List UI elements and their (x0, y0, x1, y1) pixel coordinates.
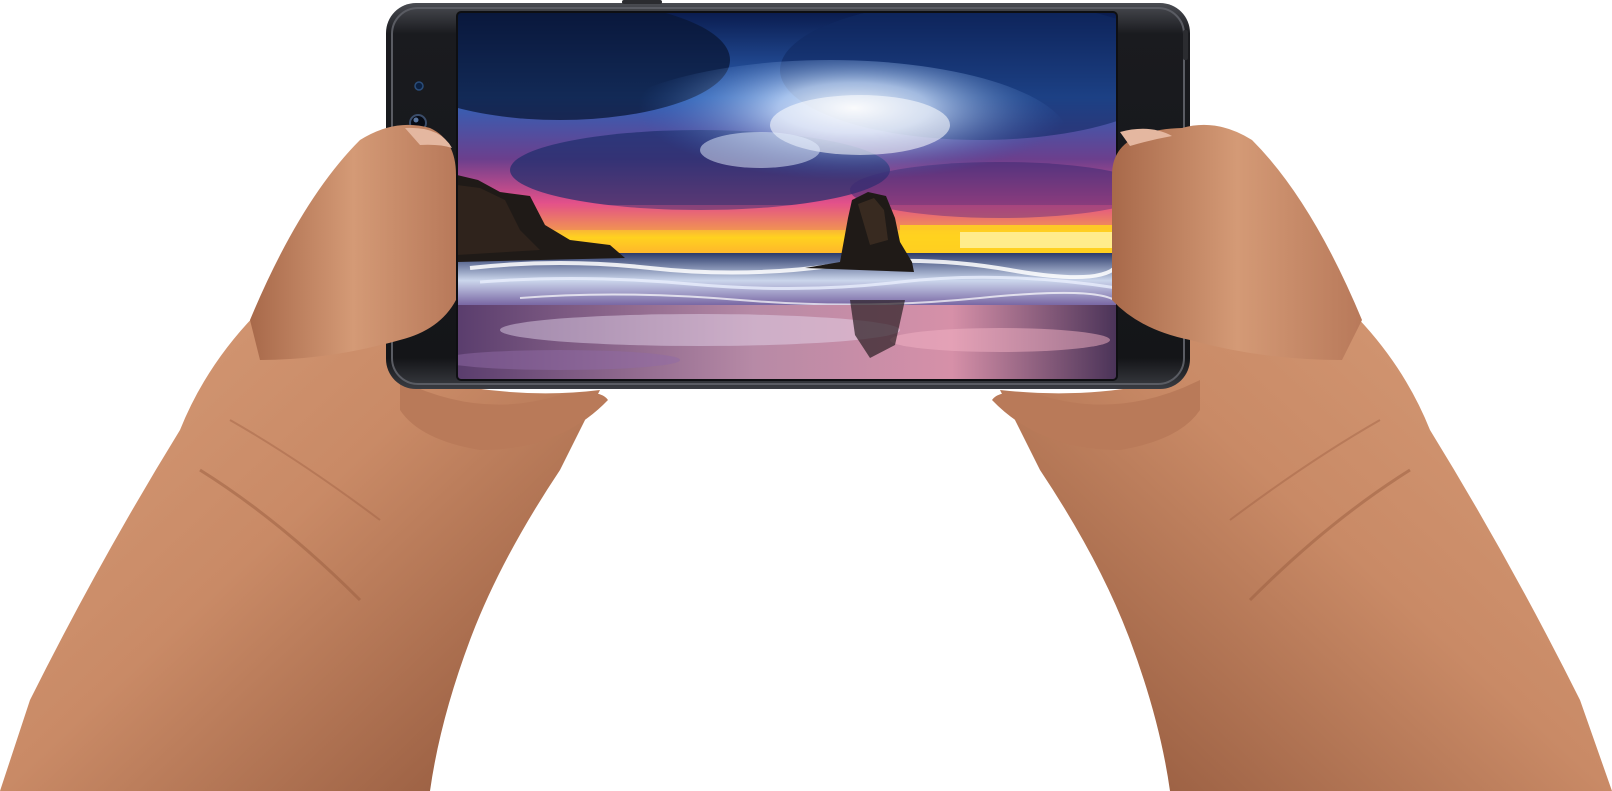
scene-illustration (0, 0, 1612, 791)
right-thumb (1112, 124, 1362, 360)
left-thumb (250, 124, 456, 360)
side-button (1183, 30, 1188, 60)
phone-screen (457, 12, 1117, 380)
smartphone (386, 0, 1190, 389)
sensor-icon (414, 81, 424, 91)
scene (0, 0, 1612, 791)
volume-button (622, 0, 662, 4)
